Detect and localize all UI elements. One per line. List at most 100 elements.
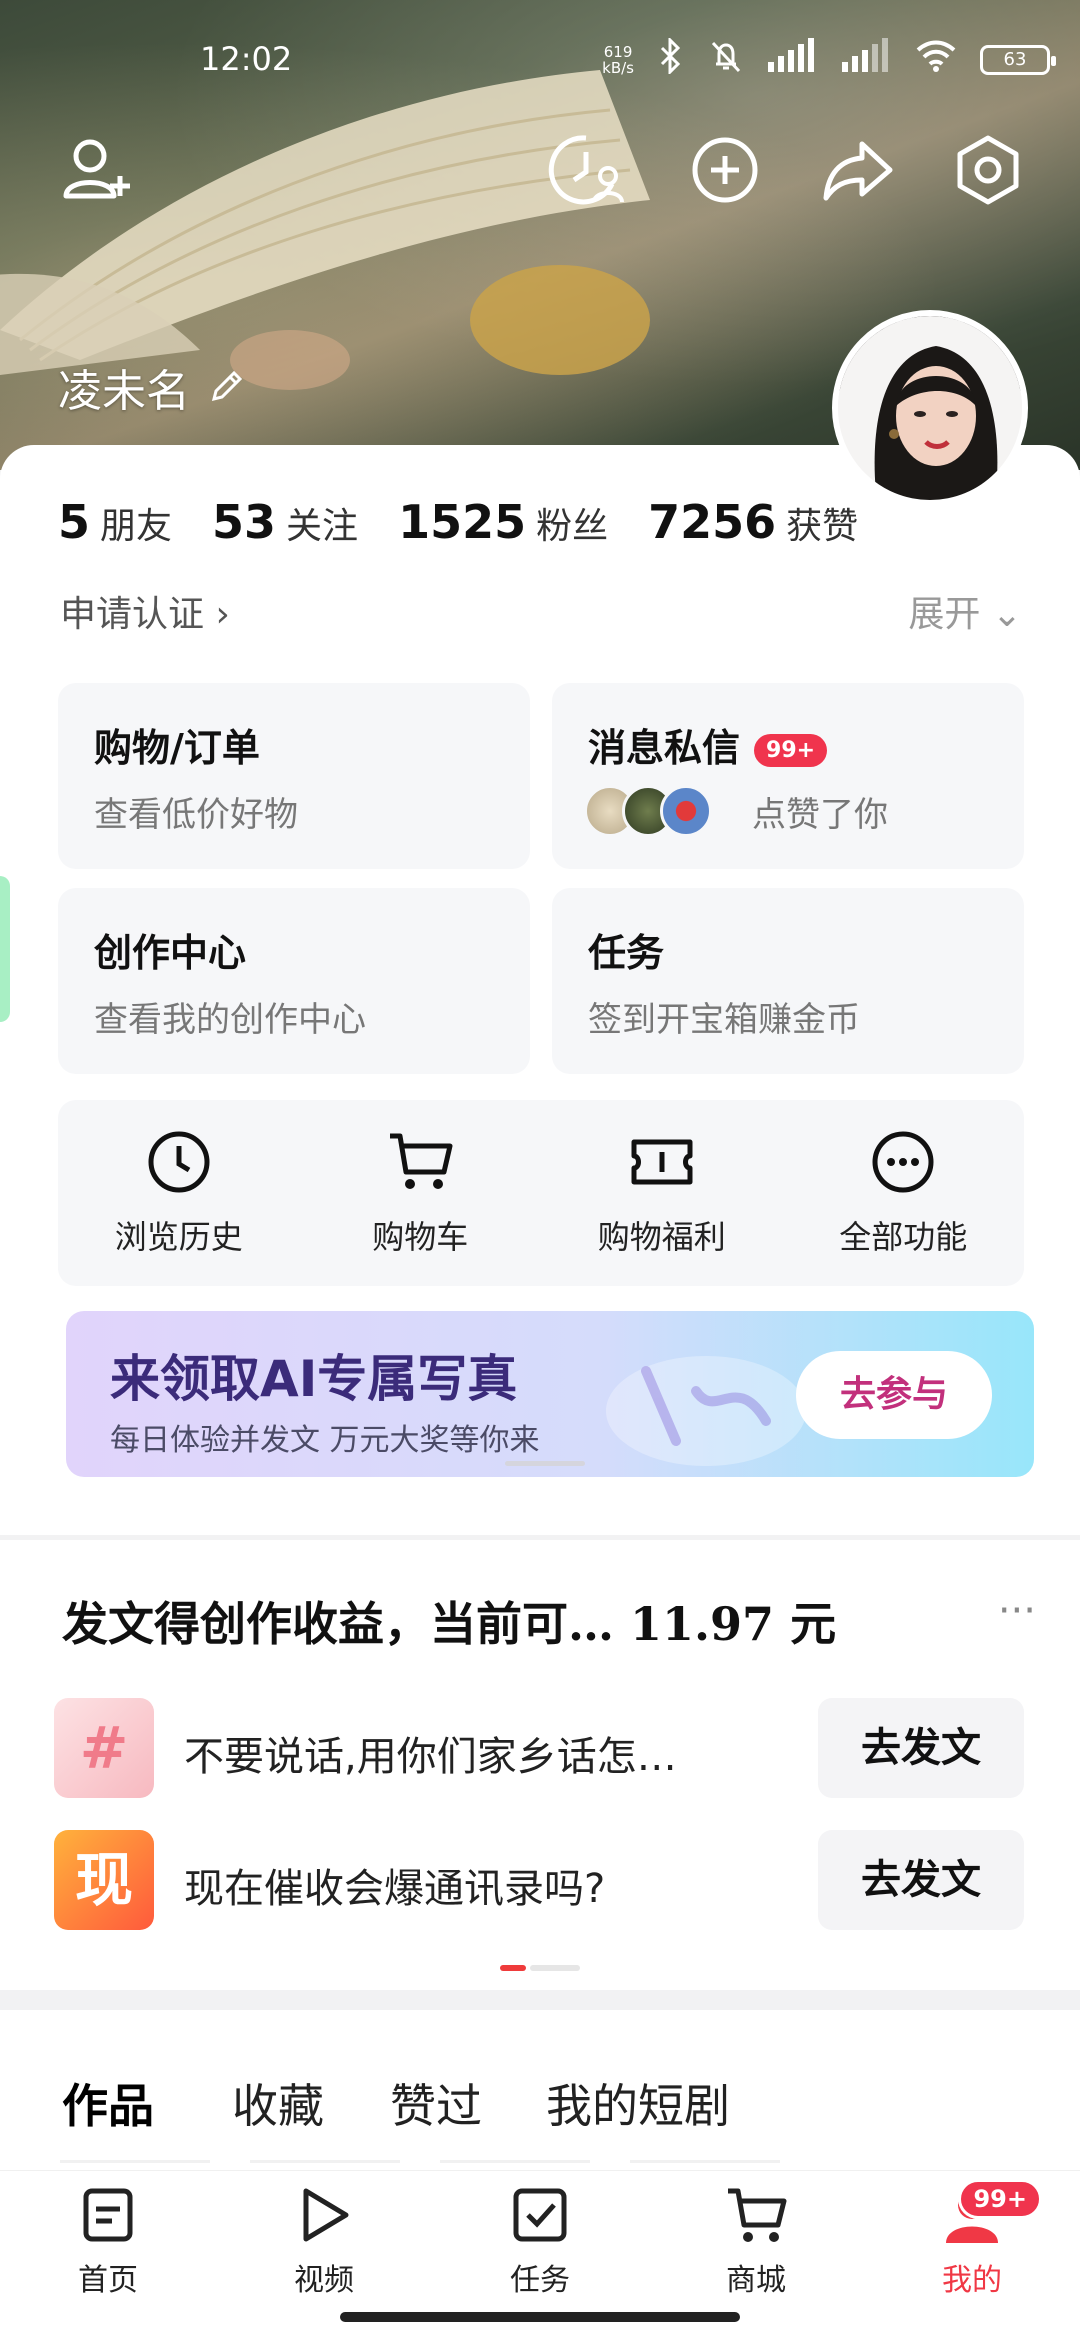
home-indicator[interactable] bbox=[340, 2312, 740, 2322]
status-icons: 619 kB/s 63 bbox=[602, 36, 1056, 82]
messages-tile[interactable]: 消息私信 99+ 点赞了你 bbox=[552, 683, 1024, 869]
now-topic-icon: 现 bbox=[54, 1830, 154, 1930]
topic-row[interactable]: 现 现在催收会爆通讯录吗? 去发文 bbox=[54, 1830, 1024, 1930]
stats-row: 5 朋友 53 关注 1525 粉丝 7256 获赞 bbox=[58, 495, 898, 549]
stat-likes[interactable]: 7256 获赞 bbox=[648, 495, 858, 549]
join-button[interactable]: 去参与 bbox=[796, 1351, 992, 1439]
signal-icon-2 bbox=[840, 38, 892, 82]
settings-icon[interactable] bbox=[948, 130, 1028, 210]
banner-decoration-icon bbox=[606, 1356, 806, 1466]
tile-subtitle: 查看低价好物 bbox=[94, 795, 298, 835]
indicator-active bbox=[500, 1965, 526, 1971]
task-check-icon bbox=[513, 2188, 567, 2242]
stat-label: 朋友 bbox=[100, 506, 173, 547]
creator-earnings-section: 发文得创作收益，当前可… 11.97 元 ··· # 不要说话,用你们家乡话怎…… bbox=[0, 1540, 1080, 1990]
tile-subtitle: 点赞了你 bbox=[752, 795, 888, 835]
add-post-icon[interactable] bbox=[685, 130, 765, 210]
tile-title: 创作中心 bbox=[94, 931, 247, 975]
content-tabs: 作品 收藏 赞过 我的短剧 bbox=[0, 2010, 1080, 2170]
banner-title: 来领取AI专属写真 bbox=[110, 1350, 518, 1408]
tile-title: 消息私信 99+ bbox=[588, 717, 828, 772]
tab-content-placeholder bbox=[60, 2160, 1020, 2163]
banner-subtitle: 每日体验并发文 万元大奖等你来 bbox=[110, 1423, 540, 1458]
message-avatar bbox=[660, 785, 712, 837]
nav-mall[interactable]: 商城 bbox=[676, 2183, 836, 2299]
nav-label: 任务 bbox=[510, 2263, 570, 2298]
stat-number: 53 bbox=[212, 495, 277, 549]
tile-subtitle: 签到开宝箱赚金币 bbox=[588, 1000, 860, 1040]
earnings-title[interactable]: 发文得创作收益，当前可… 11.97 元 bbox=[62, 1588, 836, 1654]
status-bar: 12:02 619 kB/s 63 bbox=[0, 0, 1080, 120]
battery-icon: 63 bbox=[980, 45, 1056, 75]
tab-favorites[interactable]: 收藏 bbox=[232, 2070, 324, 2136]
share-icon[interactable] bbox=[818, 130, 898, 210]
tab-liked[interactable]: 赞过 bbox=[390, 2070, 482, 2136]
nav-me[interactable]: 99+ 我的 bbox=[892, 2179, 1052, 2299]
stat-following[interactable]: 53 关注 bbox=[212, 495, 358, 549]
avatar[interactable] bbox=[832, 310, 1028, 506]
carousel-previous-peek bbox=[0, 876, 10, 1022]
nav-label: 商城 bbox=[726, 2263, 786, 2298]
mall-cart-icon bbox=[728, 2188, 787, 2242]
cart-icon bbox=[390, 1133, 453, 1189]
nav-home[interactable]: 首页 bbox=[28, 2183, 188, 2299]
post-button[interactable]: 去发文 bbox=[818, 1830, 1024, 1930]
tab-works[interactable]: 作品 bbox=[62, 2070, 154, 2136]
quick-label: 购物福利 bbox=[597, 1218, 726, 1256]
tile-title: 购物/订单 bbox=[94, 726, 260, 770]
tile-title: 任务 bbox=[588, 931, 665, 975]
notification-badge: 99+ bbox=[958, 2179, 1042, 2219]
hashtag-icon: # bbox=[54, 1698, 154, 1798]
nav-label: 我的 bbox=[942, 2263, 1002, 2298]
all-features-button[interactable]: 全部功能 bbox=[803, 1128, 1003, 1258]
stat-label: 获赞 bbox=[786, 506, 859, 547]
play-icon bbox=[303, 2188, 349, 2242]
more-options-icon[interactable]: ··· bbox=[998, 1588, 1036, 1634]
browse-history-button[interactable]: 浏览历史 bbox=[79, 1128, 279, 1258]
status-time: 12:02 bbox=[200, 40, 293, 78]
quick-label: 全部功能 bbox=[839, 1218, 968, 1256]
wifi-icon bbox=[914, 38, 958, 82]
mute-icon bbox=[708, 38, 744, 82]
ai-portrait-banner[interactable]: 来领取AI专属写真 每日体验并发文 万元大奖等你来 去参与 bbox=[66, 1311, 1034, 1477]
message-avatars bbox=[584, 785, 712, 837]
topic-text: 不要说话,用你们家乡话怎… bbox=[184, 1734, 677, 1780]
edit-name-icon[interactable] bbox=[206, 367, 246, 407]
topic-row[interactable]: # 不要说话,用你们家乡话怎… 去发文 bbox=[54, 1698, 1024, 1798]
username[interactable]: 凌未名 bbox=[58, 355, 246, 419]
stat-number: 1525 bbox=[398, 495, 527, 549]
nav-label: 首页 bbox=[78, 2263, 138, 2298]
banner-page-indicator bbox=[505, 1461, 585, 1466]
quick-actions: 浏览历史 购物车 购物福利 全部功能 bbox=[58, 1100, 1024, 1286]
nav-tasks[interactable]: 任务 bbox=[460, 2183, 620, 2299]
signal-icon bbox=[766, 38, 818, 82]
nav-label: 视频 bbox=[294, 2263, 354, 2298]
stat-followers[interactable]: 1525 粉丝 bbox=[398, 495, 608, 549]
stat-label: 粉丝 bbox=[536, 506, 609, 547]
bluetooth-icon bbox=[656, 36, 686, 82]
visitor-history-icon[interactable] bbox=[546, 130, 626, 210]
nav-video[interactable]: 视频 bbox=[244, 2183, 404, 2299]
unread-badge: 99+ bbox=[754, 734, 828, 767]
ticket-icon bbox=[631, 1139, 693, 1185]
username-text: 凌未名 bbox=[58, 366, 190, 417]
shopping-orders-tile[interactable]: 购物/订单 查看低价好物 bbox=[58, 683, 530, 869]
topic-text: 现在催收会爆通讯录吗? bbox=[184, 1866, 606, 1912]
apply-verification-link[interactable]: 申请认证 › bbox=[60, 585, 230, 637]
add-friend-icon[interactable] bbox=[58, 130, 138, 210]
shopping-benefits-button[interactable]: 购物福利 bbox=[562, 1128, 762, 1258]
post-button[interactable]: 去发文 bbox=[818, 1698, 1024, 1798]
shopping-cart-button[interactable]: 购物车 bbox=[320, 1128, 520, 1258]
stat-number: 7256 bbox=[648, 495, 777, 549]
home-doc-icon bbox=[83, 2188, 133, 2242]
tile-title-text: 消息私信 bbox=[588, 726, 741, 770]
quick-label: 购物车 bbox=[372, 1218, 469, 1256]
expand-button[interactable]: 展开 ⌄ bbox=[908, 585, 1022, 637]
creator-center-tile[interactable]: 创作中心 查看我的创作中心 bbox=[58, 888, 530, 1074]
more-icon bbox=[872, 1131, 934, 1193]
tab-my-dramas[interactable]: 我的短剧 bbox=[546, 2070, 730, 2136]
stat-friends[interactable]: 5 朋友 bbox=[58, 495, 172, 549]
network-speed-unit: kB/s bbox=[602, 59, 634, 77]
tasks-tile[interactable]: 任务 签到开宝箱赚金币 bbox=[552, 888, 1024, 1074]
earnings-page-indicator bbox=[500, 1965, 580, 1971]
